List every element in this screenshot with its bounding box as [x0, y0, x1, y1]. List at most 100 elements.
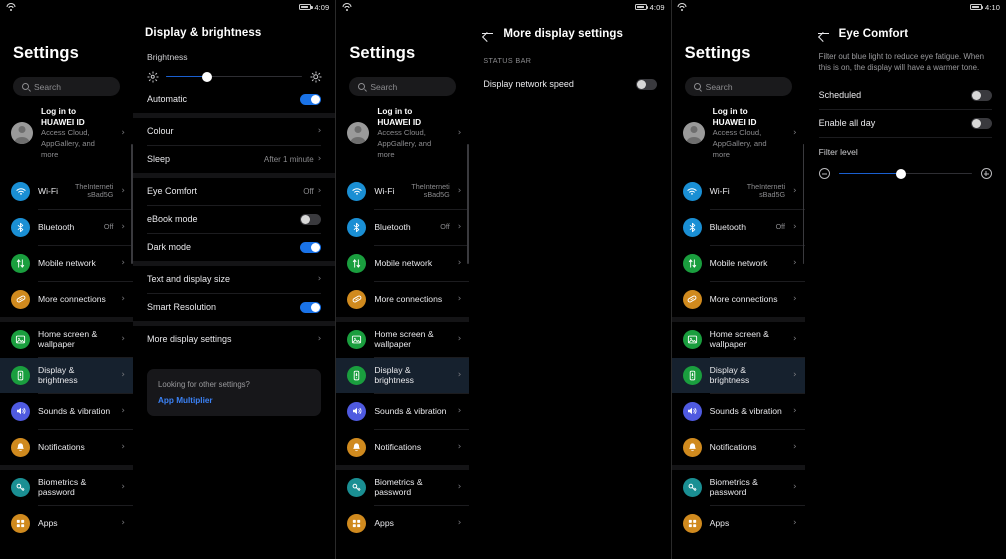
- search-icon: [358, 83, 366, 90]
- sidebar-item-wi-fi[interactable]: Wi-Fi TheInterneti sBad5G ›: [672, 174, 805, 209]
- row-colour[interactable]: Colour ›: [133, 118, 335, 145]
- brightness-slider[interactable]: [166, 71, 303, 82]
- sidebar-item-label: Apps: [374, 517, 394, 528]
- row-automatic[interactable]: Automatic: [133, 86, 335, 113]
- sidebar-item-label: Sounds & vibration: [38, 405, 111, 416]
- sidebar-item-notifications[interactable]: Notifications ›: [672, 430, 805, 465]
- dark-mode-toggle[interactable]: [300, 242, 322, 253]
- sidebar-group: Biometrics & password › Apps ›: [0, 469, 133, 541]
- search-input[interactable]: Search: [349, 77, 457, 96]
- row-ebook-mode[interactable]: eBook mode: [133, 206, 335, 233]
- automatic-toggle[interactable]: [300, 94, 322, 105]
- sidebar-item-sounds-vibration[interactable]: Sounds & vibration ›: [0, 394, 133, 429]
- enable-all-day-toggle[interactable]: [970, 118, 992, 129]
- sidebar-item-wi-fi[interactable]: Wi-Fi TheInterneti sBad5G ›: [336, 174, 469, 209]
- minus-circle-icon[interactable]: [818, 168, 830, 179]
- sidebar-item-notifications[interactable]: Notifications ›: [0, 430, 133, 465]
- search-input[interactable]: Search: [684, 77, 792, 96]
- display-network-speed-toggle[interactable]: [635, 79, 657, 90]
- sidebar-item-home-screen-wallpaper[interactable]: Home screen & wallpaper ›: [672, 322, 805, 357]
- sidebar-item-apps[interactable]: Apps ›: [672, 506, 805, 541]
- row-eye-comfort[interactable]: Eye Comfort Off ›: [133, 178, 335, 205]
- sidebar-item-home-screen-wallpaper[interactable]: Home screen & wallpaper ›: [0, 322, 133, 357]
- sidebar-item-biometrics-password[interactable]: Biometrics & password ›: [336, 470, 469, 505]
- plus-circle-icon[interactable]: [980, 168, 992, 179]
- sidebar-group: Home screen & wallpaper › Display & bright…: [671, 321, 805, 465]
- filter-level-slider[interactable]: [838, 168, 972, 179]
- ebook-mode-toggle[interactable]: [300, 214, 322, 225]
- sidebar-groups: Wi-Fi TheInterneti sBad5G › Bluetooth Off › Mo…: [336, 173, 470, 541]
- sidebar-item-biometrics-password[interactable]: Biometrics & password ›: [672, 470, 805, 505]
- settings-sidebar[interactable]: Settings Search Log in to HUAWEI ID Acce…: [0, 14, 133, 559]
- smart-resolution-toggle[interactable]: [300, 302, 322, 313]
- sidebar-item-sounds-vibration[interactable]: Sounds & vibration ›: [672, 394, 805, 429]
- status-bar-left: [342, 3, 352, 11]
- chevron-right-icon: ›: [317, 126, 322, 136]
- back-arrow-icon[interactable]: [481, 27, 494, 40]
- back-arrow-icon[interactable]: [817, 27, 830, 40]
- chevron-right-icon: ›: [121, 185, 125, 196]
- display-brightness-icon: [682, 365, 702, 385]
- sidebar-item-bluetooth[interactable]: Bluetooth Off ›: [0, 210, 133, 245]
- sidebar-item-apps[interactable]: Apps ›: [336, 506, 469, 541]
- key-icon: [347, 477, 367, 497]
- filter-level-slider-row[interactable]: [805, 157, 1006, 179]
- sidebar-item-home-screen-wallpaper[interactable]: Home screen & wallpaper ›: [336, 322, 469, 357]
- sidebar-item-notifications[interactable]: Notifications ›: [336, 430, 469, 465]
- sidebar-item-biometrics-password[interactable]: Biometrics & password ›: [0, 470, 133, 505]
- sidebar-item-label: Display & brightness: [374, 364, 414, 386]
- display-brightness-icon: [347, 365, 367, 385]
- slider-thumb[interactable]: [896, 168, 907, 179]
- slider-thumb[interactable]: [201, 71, 212, 82]
- huawei-id-account-row[interactable]: Log in to HUAWEI ID Access Cloud, AppGal…: [0, 96, 133, 174]
- sidebar-item-display-brightness[interactable]: Display & brightness ›: [0, 357, 133, 393]
- page-title: Settings: [13, 44, 79, 62]
- row-text-display-size[interactable]: Text and display size ›: [133, 266, 335, 293]
- sidebar-item-mobile-network[interactable]: Mobile network ›: [336, 246, 469, 281]
- sidebar-item-more-connections[interactable]: More connections ›: [0, 282, 133, 317]
- search-input[interactable]: Search: [13, 77, 120, 96]
- sidebar-item-label: Mobile network: [374, 257, 433, 268]
- sidebar-item-label: Home screen & wallpaper: [709, 328, 769, 350]
- battery-icon: [634, 3, 648, 11]
- sidebar-group: Wi-Fi TheInterneti sBad5G › Bluetooth Off › Mo…: [0, 173, 133, 317]
- sidebar-item-bluetooth[interactable]: Bluetooth Off ›: [336, 210, 469, 245]
- sidebar-item-display-brightness[interactable]: Display & brightness ›: [671, 357, 805, 393]
- detail-title: More display settings: [503, 27, 624, 40]
- row-label: Sleep: [147, 154, 171, 164]
- settings-sidebar[interactable]: Settings Search Log in to HUAWEI ID Acce…: [671, 14, 805, 559]
- sidebar-item-more-connections[interactable]: More connections ›: [672, 282, 805, 317]
- scheduled-toggle[interactable]: [970, 90, 992, 101]
- row-right: Off ›: [303, 187, 321, 197]
- row-sleep[interactable]: Sleep After 1 minute ›: [133, 146, 335, 173]
- sidebar-item-mobile-network[interactable]: Mobile network ›: [0, 246, 133, 281]
- other-settings-card[interactable]: Looking for other settings? App Multipli…: [147, 369, 322, 416]
- sidebar-item-wi-fi[interactable]: Wi-Fi TheInterneti sBad5G ›: [0, 174, 133, 209]
- sidebar-item-bluetooth[interactable]: Bluetooth Off ›: [672, 210, 805, 245]
- chevron-right-icon: ›: [793, 257, 797, 268]
- app-multiplier-link[interactable]: App Multiplier: [158, 396, 310, 405]
- detail-title: Display & brightness: [145, 27, 262, 39]
- row-display-network-speed[interactable]: Display network speed: [469, 71, 670, 98]
- row-more-display-settings[interactable]: More display settings ›: [133, 326, 335, 353]
- screenshot-panel-1: 4:09 Settings Search Log in to HUAWEI ID…: [0, 0, 336, 559]
- sidebar-item-content: More connections: [710, 294, 785, 305]
- row-enable-all-day[interactable]: Enable all day: [805, 110, 1006, 137]
- row-dark-mode[interactable]: Dark mode: [133, 234, 335, 261]
- huawei-id-account-row[interactable]: Log in to HUAWEI ID Access Cloud, AppGal…: [336, 96, 469, 174]
- sidebar-item-mobile-network[interactable]: Mobile network ›: [672, 246, 805, 281]
- sidebar-item-apps[interactable]: Apps ›: [0, 506, 133, 541]
- chevron-right-icon: ›: [121, 517, 125, 528]
- settings-sidebar[interactable]: Settings Search Log in to HUAWEI ID Acce…: [336, 14, 470, 559]
- chevron-right-icon: ›: [793, 441, 797, 452]
- brightness-slider-row[interactable]: [133, 62, 335, 86]
- sidebar-item-more-connections[interactable]: More connections ›: [336, 282, 469, 317]
- search-container: Search: [0, 63, 133, 96]
- sidebar-item-label: More connections: [38, 293, 106, 304]
- page-title: Settings: [684, 44, 751, 62]
- huawei-id-account-row[interactable]: Log in to HUAWEI ID Access Cloud, AppGal…: [672, 96, 805, 174]
- row-scheduled[interactable]: Scheduled: [805, 82, 1006, 109]
- sidebar-item-sounds-vibration[interactable]: Sounds & vibration ›: [336, 394, 469, 429]
- row-smart-resolution[interactable]: Smart Resolution: [133, 294, 335, 321]
- sidebar-item-display-brightness[interactable]: Display & brightness ›: [336, 357, 470, 393]
